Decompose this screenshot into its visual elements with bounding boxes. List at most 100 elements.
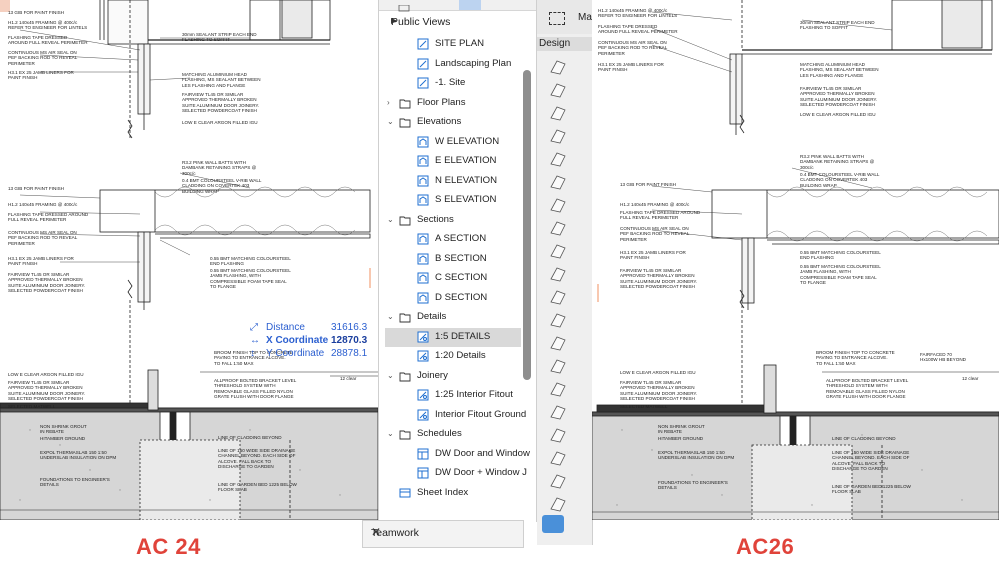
note: CONTINUOUS MS AIR SEAL ON PEF BACKING RO…	[8, 50, 78, 66]
nav-item-b-section[interactable]: B SECTION	[385, 250, 521, 269]
nav-item-schedules[interactable]: ⌄ Schedules	[385, 425, 521, 444]
folder-icon	[399, 428, 411, 440]
note: 0.55 BMT MATCHING COLOURSTEEL JAMB FLASH…	[800, 264, 881, 286]
nav-item-c-section[interactable]: C SECTION	[385, 269, 521, 288]
note: LINE OF GARDEN BED 1225 BELOW FLOOR SLAB	[218, 482, 297, 493]
right-drawing-canvas[interactable]: H1.2 140x45 FRAMING @ 400c/c REFER TO EN…	[592, 0, 999, 520]
teamwork-palette[interactable]: Teamwork ✕	[362, 520, 524, 548]
note: 0.4 BMT COLOURSTEEL V-RIB WALL CLADDING …	[182, 178, 262, 194]
chevron-right-icon[interactable]: ›	[387, 98, 396, 107]
chevron-down-icon[interactable]: ⌄	[387, 429, 396, 438]
note: H1.2 140x45 FRAMING @ 400c/c REFER TO EN…	[598, 8, 678, 19]
note: LINE OF 150 WIDE SIDE DRAINAGE CHANNEL B…	[218, 448, 296, 470]
note: H3.1 EX 25 JAMB LINERS FOR PAINT FINISH	[598, 62, 664, 73]
left-drawing-canvas[interactable]: 13 GIB FOR PAINT FINISH H1.2 140x45 FRAM…	[0, 0, 378, 520]
elevation-view-icon	[417, 175, 429, 187]
design-group-header[interactable]: Design	[537, 37, 592, 51]
nav-item-a-section[interactable]: A SECTION	[385, 230, 521, 249]
skylight-tool-icon[interactable]	[547, 334, 569, 352]
x-coordinate-row: ↔ X Coordinate 12870.3	[248, 335, 368, 347]
note: R3.2 PINK WALL BATTS WITH DAMBANK RETAIN…	[800, 154, 875, 170]
railing-tool-icon[interactable]	[547, 242, 569, 260]
chevron-down-icon[interactable]: ⌄	[387, 215, 396, 224]
lamp-tool-icon[interactable]	[547, 449, 569, 467]
nav-item-joinery[interactable]: ⌄ Joinery	[385, 367, 521, 386]
door-tool-icon[interactable]	[547, 288, 569, 306]
level-mark: 12 clear	[340, 376, 357, 381]
distance-label: Distance	[266, 322, 305, 333]
note: HITAMBER GROUND	[658, 436, 704, 441]
nav-item-w-elevation[interactable]: W ELEVATION	[385, 133, 521, 152]
section-tool-icon[interactable]	[547, 472, 569, 490]
close-icon[interactable]: ✕	[371, 525, 515, 539]
y-coordinate-label: Y Coordinate	[266, 348, 325, 359]
nav-item-elevations[interactable]: ⌄ Elevations	[385, 113, 521, 132]
chevron-down-icon[interactable]: ⌄	[387, 312, 396, 321]
layout-book-icon[interactable]	[487, 0, 509, 10]
chevron-down-icon[interactable]: ⌄	[387, 371, 396, 380]
marquee-icon[interactable]	[549, 12, 565, 25]
nav-item-landscaping-plan[interactable]: Landscaping Plan	[385, 55, 521, 74]
chevron-right-icon[interactable]: ▶	[391, 16, 530, 25]
project-map-icon[interactable]	[397, 0, 411, 12]
note: LOW E CLEAR ARGON FILLED IGU	[182, 120, 258, 125]
nav-item-dw-door-and-window[interactable]: DW Door and Window	[385, 445, 530, 464]
nav-item-label: 1:20 Details	[435, 350, 486, 361]
note: H3.1 EX 25 JAMB LINERS FOR PAINT FINISH	[620, 250, 686, 261]
nav-item-sections[interactable]: ⌄ Sections	[385, 211, 521, 230]
stair-tool-icon[interactable]	[547, 219, 569, 237]
nav-item-d-section[interactable]: D SECTION	[385, 289, 521, 308]
opening-tool-icon[interactable]	[547, 357, 569, 375]
nav-item-label: Floor Plans	[417, 96, 466, 108]
note: H3.1 EX 25 JAMB LINERS FOR PAINT FINISH	[8, 70, 74, 81]
note: FAIRVIEW TL45 OR SIMILAR APPROVED THERMA…	[620, 380, 698, 402]
nav-item-floor-plans[interactable]: › Floor Plans	[385, 94, 521, 113]
note: FAIRVIEW TL45 OR SIMILAR APPROVED THERMA…	[182, 92, 260, 114]
nav-item-label: DW Door + Window J	[435, 467, 527, 478]
distance-icon: ⤢	[250, 322, 258, 333]
nav-item-e-elevation[interactable]: E ELEVATION	[385, 152, 521, 171]
note: MATCHING ALUMINIUM HEAD FLASHING, MS SEA…	[800, 62, 879, 78]
navigator-scrollbar[interactable]	[523, 70, 531, 380]
nav-item-interior-fitout-ground[interactable]: Interior Fitout Ground	[385, 406, 526, 425]
window-tool-icon[interactable]	[547, 311, 569, 329]
nav-item-1-5-details[interactable]: 1:5 DETAILS	[385, 327, 521, 347]
toolbox-header: Ma	[537, 0, 592, 34]
detail-view-icon	[417, 331, 429, 343]
column-tool-icon[interactable]	[547, 81, 569, 99]
nav-item-label: C SECTION	[435, 272, 488, 283]
note: FAIRVIEW TL45 OR SIMILAR APPROVED THERMA…	[8, 380, 86, 402]
nav-item-details[interactable]: ⌄ Details	[385, 308, 521, 327]
roof-tool-icon[interactable]	[547, 150, 569, 168]
nav-item-n-elevation[interactable]: N ELEVATION	[385, 172, 521, 191]
note: LINE OF GARDEN BED 1225 BELOW FLOOR SLAB	[832, 484, 911, 495]
sheet-index-icon	[399, 487, 411, 499]
object-tool-icon[interactable]	[547, 426, 569, 444]
note: LINE OF 150 WIDE SIDE DRAINAGE CHANNEL B…	[832, 450, 910, 472]
mesh-tool-icon[interactable]	[547, 403, 569, 421]
navigator-header[interactable]: Public Views ▶	[379, 12, 536, 32]
toolbox-active-indicator[interactable]	[542, 515, 564, 533]
slab-tool-icon[interactable]	[547, 127, 569, 145]
shell-tool-icon[interactable]	[547, 173, 569, 191]
detail-tool-icon[interactable]	[547, 495, 569, 513]
morph-tool-icon[interactable]	[547, 196, 569, 214]
nav-item-dw-door-window-j[interactable]: DW Door + Window J	[385, 464, 527, 483]
nav-item-s-elevation[interactable]: S ELEVATION	[385, 191, 521, 210]
folder-icon	[399, 214, 411, 226]
nav-item-1-20-details[interactable]: 1:20 Details	[385, 347, 521, 366]
nav-item-sheet-index[interactable]: Sheet Index	[385, 484, 521, 503]
curtain-wall-tool-icon[interactable]	[547, 265, 569, 283]
zone-tool-icon[interactable]	[547, 380, 569, 398]
y-coordinate-row: ↕ Y Coordinate 28878.1	[248, 348, 368, 360]
view-map-icon[interactable]	[459, 0, 481, 10]
note: FLASHING TAPE DRESSED AROUND FULL REVEAL…	[620, 210, 701, 221]
beam-tool-icon[interactable]	[547, 104, 569, 122]
chevron-down-icon[interactable]: ⌄	[387, 117, 396, 126]
nav-item-1-25-interior-fitout[interactable]: 1:25 Interior Fitout	[385, 386, 521, 405]
note: CONTINUOUS MS AIR SEAL ON PEF BACKING RO…	[598, 40, 668, 56]
wall-tool-icon[interactable]	[547, 58, 569, 76]
nav-item-site-plan[interactable]: SITE PLAN	[385, 35, 521, 54]
nav-item-1-site[interactable]: -1. Site	[385, 74, 521, 93]
design-label: Design	[539, 38, 571, 49]
